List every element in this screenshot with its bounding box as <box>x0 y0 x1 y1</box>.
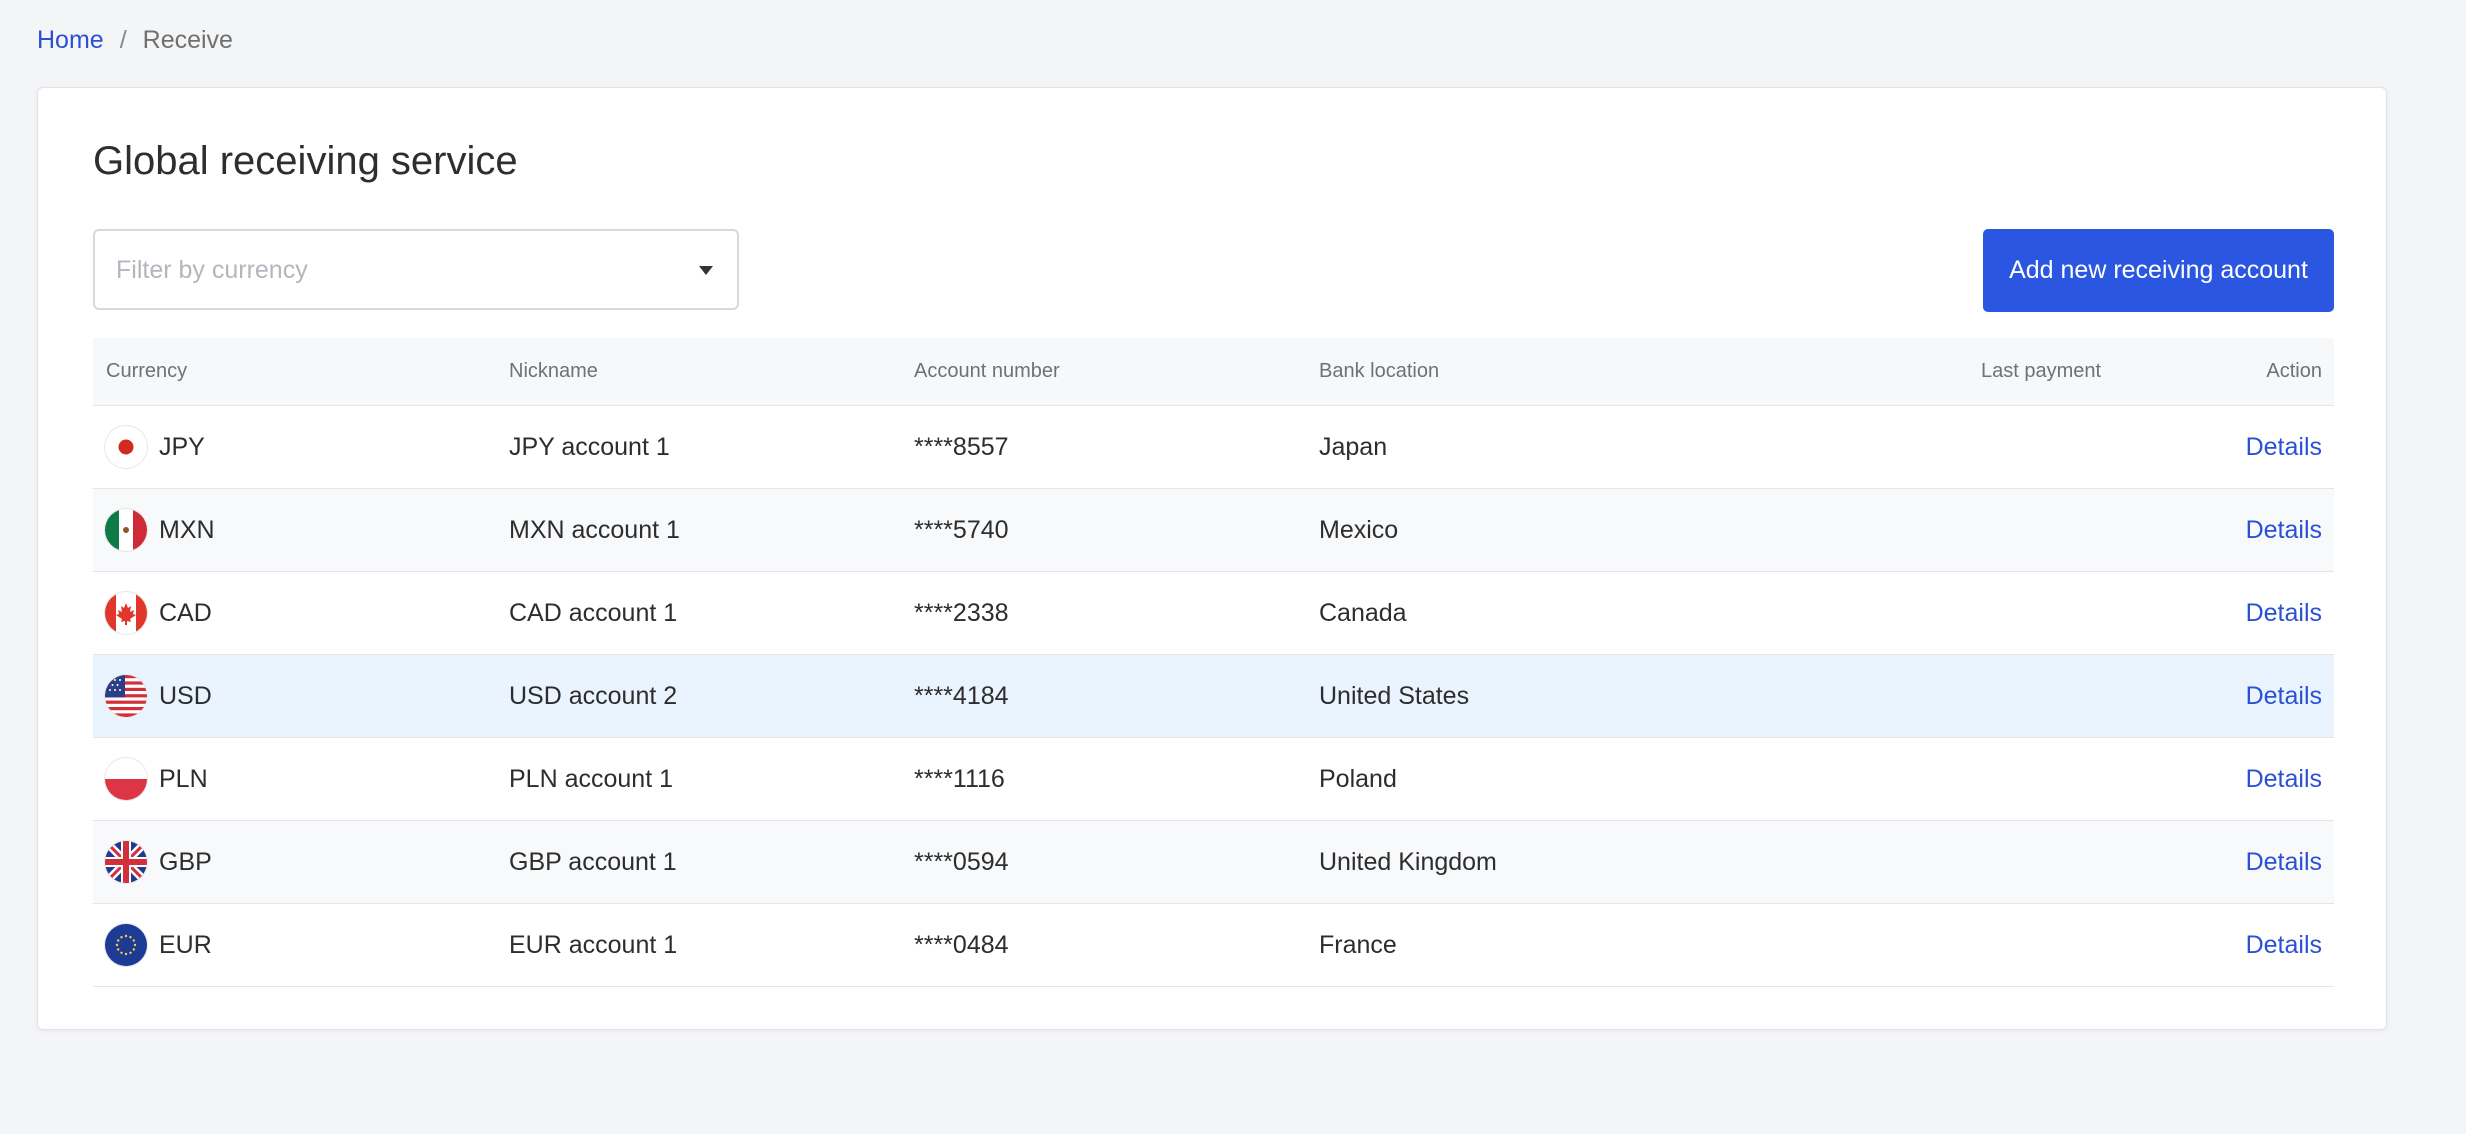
account-number: ****0484 <box>914 931 1009 959</box>
table-row: JPY JPY account 1 ****8557 Japan Details <box>93 406 2334 489</box>
breadcrumb: Home / Receive <box>37 25 233 55</box>
account-nickname: EUR account 1 <box>509 931 678 959</box>
currency-filter-placeholder: Filter by currency <box>116 256 308 284</box>
table-header: Currency Nickname Account number Bank lo… <box>93 338 2334 406</box>
account-number: ****4184 <box>914 682 1009 710</box>
details-link[interactable]: Details <box>2246 681 2322 711</box>
bank-location: Poland <box>1319 765 1397 793</box>
table-row-highlighted: USD USD account 2 ****4184 United States… <box>93 655 2334 738</box>
header-account-number: Account number <box>914 360 1060 382</box>
breadcrumb-separator: / <box>119 26 127 54</box>
details-link[interactable]: Details <box>2246 598 2322 628</box>
table-row: EUR EUR account 1 ****0484 France Detail… <box>93 904 2334 987</box>
uk-flag-icon <box>105 841 147 883</box>
bank-location: Mexico <box>1319 516 1399 544</box>
details-link[interactable]: Details <box>2246 432 2322 462</box>
breadcrumb-current: Receive <box>142 26 233 54</box>
details-link[interactable]: Details <box>2246 515 2322 545</box>
details-link[interactable]: Details <box>2246 847 2322 877</box>
mexico-flag-icon <box>105 509 147 551</box>
currency-code: EUR <box>159 931 212 959</box>
currency-code: MXN <box>159 516 215 544</box>
table-row: CAD CAD account 1 ****2338 Canada Detail… <box>93 572 2334 655</box>
table-row: GBP GBP account 1 ****0594 United Kingdo… <box>93 821 2334 904</box>
canada-flag-icon <box>105 592 147 634</box>
currency-code: CAD <box>159 599 212 627</box>
poland-flag-icon <box>105 758 147 800</box>
add-receiving-account-button[interactable]: Add new receiving account <box>1983 229 2334 312</box>
details-link[interactable]: Details <box>2246 764 2322 794</box>
account-number: ****5740 <box>914 516 1009 544</box>
header-nickname: Nickname <box>509 360 598 382</box>
account-nickname: MXN account 1 <box>509 516 680 544</box>
details-link[interactable]: Details <box>2246 930 2322 960</box>
account-number: ****1116 <box>914 765 1005 793</box>
breadcrumb-home-link[interactable]: Home <box>37 25 104 55</box>
header-currency: Currency <box>106 360 188 382</box>
table-row: MXN MXN account 1 ****5740 Mexico Detail… <box>93 489 2334 572</box>
account-nickname: PLN account 1 <box>509 765 673 793</box>
header-action: Action <box>2266 360 2322 382</box>
eu-flag-icon <box>105 924 147 966</box>
caret-down-icon <box>699 266 713 275</box>
currency-code: GBP <box>159 848 212 876</box>
bank-location: Japan <box>1319 433 1388 461</box>
bank-location: United States <box>1319 682 1470 710</box>
currency-code: JPY <box>159 433 205 461</box>
usa-flag-icon <box>105 675 147 717</box>
header-last-payment: Last payment <box>1981 360 2102 382</box>
bank-location: France <box>1319 931 1397 959</box>
account-nickname: JPY account 1 <box>509 433 670 461</box>
bank-location: Canada <box>1319 599 1407 627</box>
currency-code: USD <box>159 682 212 710</box>
account-number: ****0594 <box>914 848 1009 876</box>
bank-location: United Kingdom <box>1319 848 1497 876</box>
account-nickname: USD account 2 <box>509 682 678 710</box>
account-nickname: CAD account 1 <box>509 599 678 627</box>
header-bank-location: Bank location <box>1319 360 1440 382</box>
account-nickname: GBP account 1 <box>509 848 677 876</box>
receiving-accounts-card: Global receiving service Filter by curre… <box>37 87 2387 1030</box>
currency-filter-select[interactable]: Filter by currency <box>93 229 739 310</box>
table-row: PLN PLN account 1 ****1116 Poland Detail… <box>93 738 2334 821</box>
account-number: ****8557 <box>914 433 1009 461</box>
accounts-table: Currency Nickname Account number Bank lo… <box>93 338 2334 987</box>
japan-flag-icon <box>105 426 147 468</box>
page-title: Global receiving service <box>93 139 518 183</box>
currency-code: PLN <box>159 765 208 793</box>
account-number: ****2338 <box>914 599 1009 627</box>
